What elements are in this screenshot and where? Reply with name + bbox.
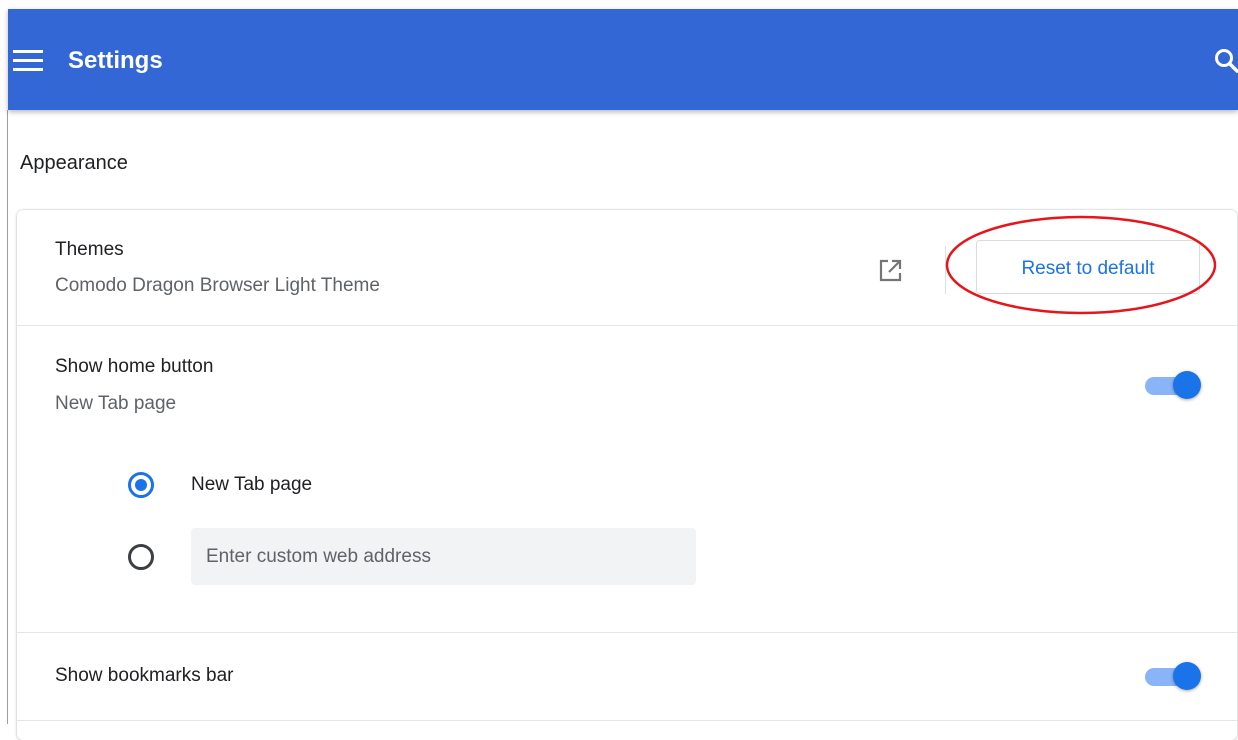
home-button-label: Show home button bbox=[55, 356, 214, 377]
row-divider bbox=[17, 632, 1237, 633]
window-border bbox=[7, 110, 8, 724]
radio-custom-address[interactable] bbox=[128, 544, 154, 570]
settings-toolbar: Settings bbox=[8, 9, 1238, 110]
menu-icon[interactable] bbox=[13, 50, 43, 72]
radio-new-tab-page-label: New Tab page bbox=[191, 474, 313, 495]
bookmarks-bar-toggle[interactable] bbox=[1145, 662, 1201, 692]
reset-to-default-button[interactable]: Reset to default bbox=[976, 240, 1200, 294]
search-icon[interactable] bbox=[1212, 47, 1238, 75]
themes-label: Themes bbox=[55, 239, 124, 260]
open-in-new-icon[interactable] bbox=[876, 257, 904, 285]
page-title: Settings bbox=[68, 47, 163, 74]
window-frame-top bbox=[0, 0, 1238, 9]
themes-value: Comodo Dragon Browser Light Theme bbox=[55, 275, 380, 296]
radio-new-tab-page[interactable] bbox=[128, 472, 154, 498]
home-button-value: New Tab page bbox=[55, 393, 177, 414]
row-divider bbox=[17, 720, 1237, 721]
themes-divider bbox=[945, 246, 946, 294]
appearance-section-title: Appearance bbox=[20, 152, 128, 174]
custom-web-address-input[interactable] bbox=[191, 528, 696, 585]
appearance-card: Themes Comodo Dragon Browser Light Theme… bbox=[17, 210, 1237, 740]
home-button-toggle[interactable] bbox=[1145, 371, 1201, 401]
row-divider bbox=[17, 325, 1237, 326]
bookmarks-bar-label: Show bookmarks bar bbox=[55, 665, 234, 686]
